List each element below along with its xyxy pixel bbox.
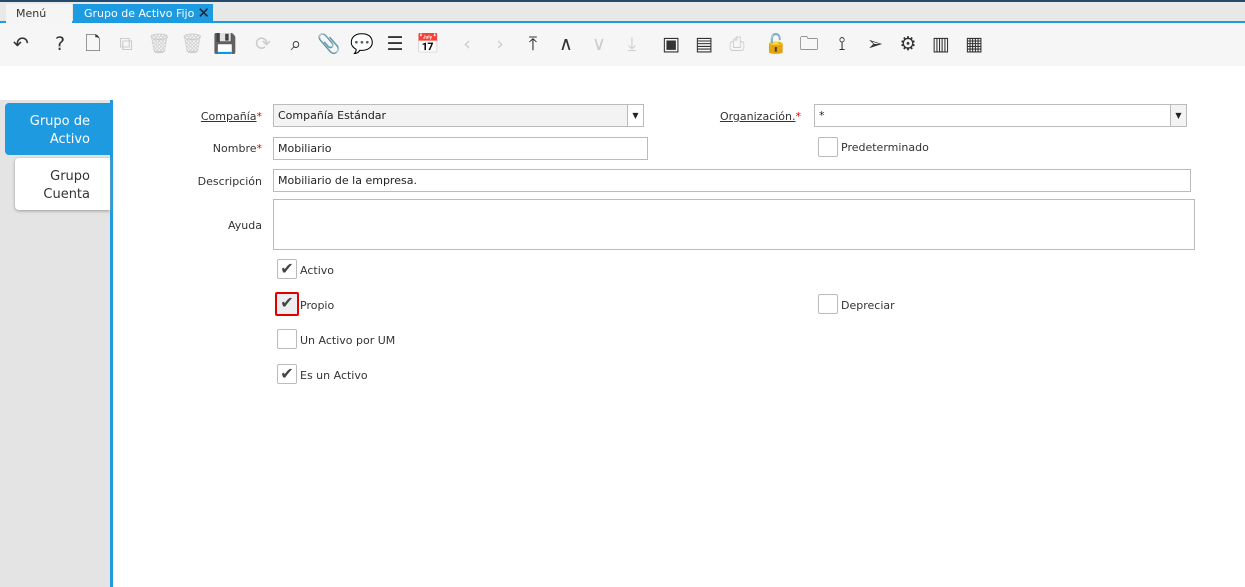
- owned-checkbox[interactable]: ✔: [275, 292, 299, 316]
- depreciate-checkbox[interactable]: [818, 294, 838, 314]
- active-checkbox[interactable]: ✔: [277, 259, 297, 279]
- previous-tab-icon[interactable]: ‹: [454, 31, 480, 57]
- tab-label: Cuenta: [15, 186, 90, 204]
- tab-label: Grupo de Activo Fijo: [84, 7, 194, 20]
- description-label: Descripción: [198, 175, 262, 188]
- attachment-icon[interactable]: 📎: [316, 31, 342, 57]
- tab-grupo-de-activo[interactable]: Grupo deActivo: [5, 103, 110, 155]
- print-icon[interactable]: ⎙: [724, 31, 750, 57]
- search-icon[interactable]: ⌕: [283, 31, 309, 57]
- next-record-icon[interactable]: ∨: [586, 31, 612, 57]
- tab-label: Activo: [5, 131, 90, 149]
- tab-label: Grupo: [15, 168, 90, 186]
- delete-selection-icon[interactable]: 🗑: [179, 31, 205, 57]
- workflow-icon[interactable]: ⟟: [829, 31, 855, 57]
- chevron-down-icon[interactable]: ▼: [1170, 105, 1186, 126]
- is-asset-checkbox[interactable]: ✔: [277, 364, 297, 384]
- active-label: Activo: [300, 264, 334, 277]
- tab-menu[interactable]: Menú (0): [6, 4, 72, 23]
- default-checkbox[interactable]: [818, 137, 838, 157]
- close-icon[interactable]: ✕: [197, 4, 210, 23]
- save-icon[interactable]: 💾: [212, 31, 238, 57]
- help-label: Ayuda: [228, 219, 262, 232]
- delete-icon[interactable]: 🗑: [146, 31, 172, 57]
- depreciate-label: Depreciar: [841, 299, 895, 312]
- name-input[interactable]: Mobiliario: [273, 137, 648, 160]
- settings-icon[interactable]: ⚙: [895, 31, 921, 57]
- chevron-down-icon[interactable]: ▼: [627, 105, 643, 126]
- tab-label: Grupo de: [5, 113, 90, 131]
- last-record-icon[interactable]: ⤓: [619, 31, 645, 57]
- owned-label: Propio: [300, 299, 334, 312]
- report-icon[interactable]: ▣: [658, 31, 684, 57]
- first-record-icon[interactable]: ⤒: [520, 31, 546, 57]
- name-label: Nombre*: [213, 142, 262, 155]
- next-tab-icon[interactable]: ›: [487, 31, 513, 57]
- zoom-across-icon[interactable]: 🗀: [796, 31, 822, 57]
- previous-record-icon[interactable]: ∧: [553, 31, 579, 57]
- company-combobox[interactable]: Compañía Estándar▼: [273, 104, 644, 127]
- form-icon[interactable]: ▦: [961, 31, 987, 57]
- product-info-icon[interactable]: ▥: [928, 31, 954, 57]
- one-asset-per-uom-label: Un Activo por UM: [300, 334, 395, 347]
- tab-grupo-cuenta[interactable]: GrupoCuenta: [15, 158, 110, 210]
- calendar-icon[interactable]: 📅: [415, 31, 441, 57]
- company-label: Compañía*: [201, 110, 262, 123]
- help-icon[interactable]: ?: [47, 31, 73, 57]
- default-label: Predeterminado: [841, 141, 929, 154]
- new-record-icon[interactable]: 🗋: [80, 31, 106, 57]
- archive-icon[interactable]: ▤: [691, 31, 717, 57]
- send-icon[interactable]: ➢: [862, 31, 888, 57]
- description-input[interactable]: Mobiliario de la empresa.: [273, 169, 1191, 192]
- copy-icon[interactable]: ⧉: [113, 31, 139, 57]
- lock-icon[interactable]: 🔓: [763, 31, 789, 57]
- organization-label: Organización.*: [720, 110, 801, 123]
- grid-toggle-icon[interactable]: ☰: [382, 31, 408, 57]
- window-tab-bar: Menú (0) Grupo de Activo Fijo✕: [0, 0, 1245, 23]
- divider: [110, 100, 113, 587]
- one-asset-per-uom-checkbox[interactable]: [277, 329, 297, 349]
- toolbar: ↶? 🗋 ⧉ 🗑 🗑 💾 ⟳ ⌕ 📎 💬 ☰ 📅 ‹ › ⤒ ∧ ∨ ⤓ ▣ ▤ ⎙ 🔓 🗀 ⟟ ➢ ⚙ ▥ ▦: [0, 23, 1245, 66]
- help-textarea[interactable]: [273, 199, 1195, 250]
- tab-grupo-activo-fijo[interactable]: Grupo de Activo Fijo✕: [73, 4, 213, 23]
- organization-combobox[interactable]: *▼: [814, 104, 1187, 127]
- refresh-icon[interactable]: ⟳: [250, 31, 276, 57]
- undo-icon[interactable]: ↶: [8, 31, 34, 57]
- chat-icon[interactable]: 💬: [349, 31, 375, 57]
- is-asset-label: Es un Activo: [300, 369, 368, 382]
